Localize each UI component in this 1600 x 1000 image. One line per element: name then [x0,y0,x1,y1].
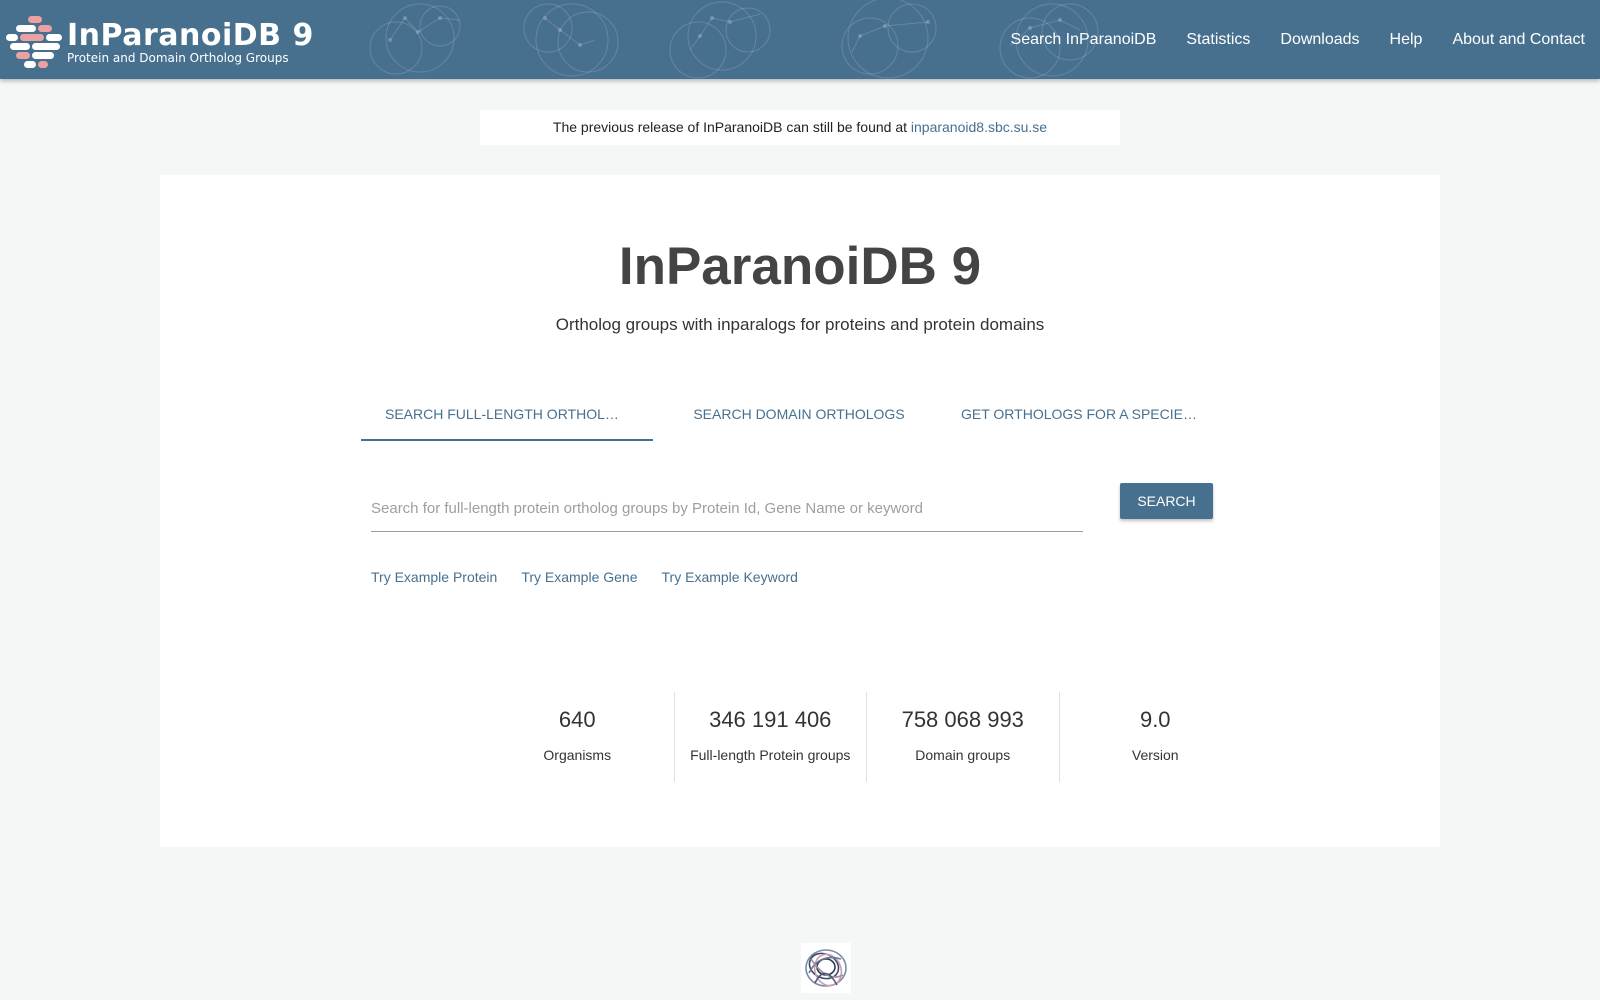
nav-statistics[interactable]: Statistics [1186,30,1250,50]
stat-protein-groups: 346 191 406 Full-length Protein groups [673,692,867,782]
nav-downloads[interactable]: Downloads [1280,30,1359,50]
stat-value: 9.0 [1139,707,1171,732]
tab-get-orthologs-for-species[interactable]: Get orthologs for a specie… [945,398,1239,441]
top-header: InParanoiDB 9 Protein and Domain Ortholo… [0,0,1600,79]
active-tab-indicator [361,439,653,441]
nav-help[interactable]: Help [1390,30,1423,50]
previous-release-link[interactable]: inparanoid8.sbc.su.se [911,119,1047,135]
statistics-summary: 640 Organisms 346 191 406 Full-length Pr… [481,692,1251,782]
stat-version: 9.0 Version [1058,692,1252,782]
search-button[interactable]: Search [1120,483,1213,519]
stat-label: Version [1131,747,1179,763]
notice-text: The previous release of InParanoiDB can … [552,119,911,135]
example-links: Try Example Protein Try Example Gene Try… [371,567,822,587]
stat-label: Organisms [543,747,612,763]
tab-search-full-length-orthologs[interactable]: Search full-length orthol… [361,398,653,441]
footer-logo-icon[interactable] [801,943,851,993]
try-example-keyword-link[interactable]: Try Example Keyword [662,567,798,587]
try-example-protein-link[interactable]: Try Example Protein [371,567,497,587]
search-input[interactable] [371,486,1083,532]
brand-subtitle: Protein and Domain Ortholog Groups [67,51,289,65]
page-subtitle: Ortholog groups with inparalogs for prot… [555,315,1045,334]
stat-value: 758 068 993 [901,707,1024,732]
brand-title[interactable]: InParanoiDB 9 [67,18,314,54]
stat-label: Full-length Protein groups [690,747,851,763]
nav-search-inparanoidb[interactable]: Search InParanoiDB [1011,30,1157,50]
nav-about-and-contact[interactable]: About and Contact [1452,30,1585,50]
stat-value: 640 [558,707,596,732]
previous-release-notice: The previous release of InParanoiDB can … [480,110,1120,145]
search-tabs: Search full-length orthol… Search domain… [361,398,1239,441]
stat-organisms: 640 Organisms [481,692,674,782]
main-card: InParanoiDB 9 Ortholog groups with inpar… [160,175,1440,847]
stat-domain-groups: 758 068 993 Domain groups [866,692,1059,782]
try-example-gene-link[interactable]: Try Example Gene [521,567,637,587]
stat-value: 346 191 406 [709,707,832,732]
stat-label: Domain groups [915,747,1011,763]
page-title: InParanoiDB 9 [618,237,982,296]
inparanoid-logo-icon[interactable] [6,16,64,70]
main-nav: Search InParanoiDB Statistics Downloads … [1011,0,1585,79]
tab-search-domain-orthologs[interactable]: Search domain orthologs [653,398,945,441]
